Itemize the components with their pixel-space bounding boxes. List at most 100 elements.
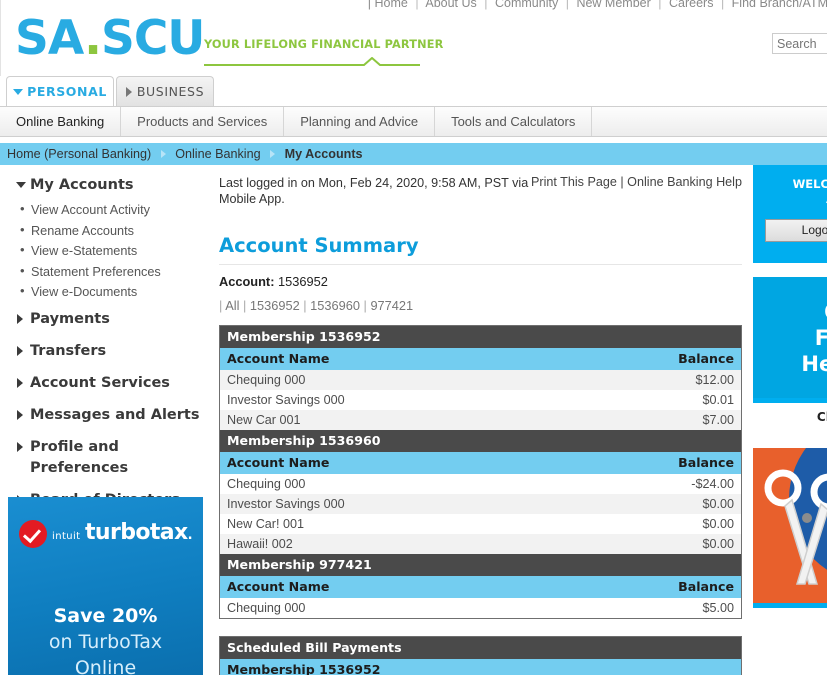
sidebar-item-rename-accounts[interactable]: Rename Accounts	[16, 220, 212, 242]
financial-health-caption: Click	[816, 410, 827, 424]
sidebar-item-transfers[interactable]: Transfers	[16, 341, 212, 362]
utility-link-about-us[interactable]: About Us	[425, 0, 476, 10]
nav-item-planning-and-advice[interactable]: Planning and Advice	[284, 107, 436, 136]
account-name: Chequing 000	[219, 598, 544, 619]
tab-personal-label: PERSONAL	[27, 84, 107, 99]
account-balance: $0.01	[543, 390, 742, 410]
utility-sep-3: |	[565, 0, 569, 10]
online-banking-help-link[interactable]: Online Banking Help	[627, 175, 742, 189]
utility-link-new-member[interactable]: New Member	[576, 0, 650, 10]
sidebar-item-statement-preferences[interactable]: Statement Preferences	[16, 261, 212, 283]
utility-link-home[interactable]: Home	[374, 0, 407, 10]
sidebar-group-messages-and-alerts: Messages and Alerts	[0, 405, 212, 426]
financial-health-ad[interactable]: O Fin Healt Click	[753, 277, 827, 424]
account-name: New Car! 001	[219, 514, 544, 534]
filter-sep-0: |	[219, 298, 223, 313]
triangle-right-icon	[17, 345, 23, 356]
print-this-page-link[interactable]: Print This Page	[531, 175, 617, 189]
coupon-ad[interactable]: L	[753, 448, 827, 629]
nav-item-tools-and-calculators[interactable]: Tools and Calculators	[435, 107, 593, 136]
account-filter-1536952[interactable]: 1536952	[250, 298, 300, 313]
brand-color-bar	[753, 603, 827, 608]
scissors-icon	[764, 469, 827, 585]
turbotax-logo: intuit turbotax.	[8, 520, 203, 548]
table-row[interactable]: Chequing 000 $12.00	[219, 370, 742, 390]
search-input[interactable]	[772, 33, 827, 54]
sidebar-label-profile-and-preferences: Profile and Preferences	[30, 438, 129, 476]
account-name: Chequing 000	[219, 370, 544, 390]
table-group-header: Membership 977421	[219, 554, 742, 576]
intuit-wordmark: intuit	[52, 530, 81, 542]
tagline-rule-graphic	[204, 57, 420, 67]
account-filter-all[interactable]: All	[225, 298, 239, 313]
sidebar-group-payments: Payments	[0, 309, 212, 330]
utility-sep-2: |	[484, 0, 488, 10]
table-column-header: Account Name Balance	[219, 452, 742, 474]
account-balance: $0.00	[543, 494, 742, 514]
utility-link-find-branch-atm[interactable]: Find Branch/ATM	[732, 0, 827, 10]
sidebar-item-view-account-activity[interactable]: View Account Activity	[16, 199, 212, 221]
membership-title-1: Membership 1536952	[219, 325, 742, 348]
sidebar-label-payments: Payments	[30, 310, 110, 327]
filter-sep-3: |	[363, 298, 367, 313]
account-balance: $0.00	[543, 534, 742, 554]
sascu-logo[interactable]: SA.SCU	[15, 15, 205, 62]
welcome-text: WELCOME M Ac	[753, 177, 827, 207]
welcome-panel: WELCOME M Ac Logout o	[753, 165, 827, 263]
nav-item-products-and-services[interactable]: Products and Services	[121, 107, 285, 136]
utility-link-careers[interactable]: Careers	[669, 0, 713, 10]
site-header: | Home | About Us | Community | New Memb…	[0, 0, 827, 76]
logout-button[interactable]: Logout o	[765, 219, 827, 242]
tagline-block: YOUR LIFELONG FINANCIAL PARTNER	[204, 38, 443, 67]
sidebar-item-messages-and-alerts[interactable]: Messages and Alerts	[16, 405, 212, 426]
triangle-down-icon	[16, 182, 26, 188]
financial-health-text: O Fin Healt	[753, 299, 827, 377]
tab-business[interactable]: BUSINESS	[116, 76, 214, 106]
sidebar-item-my-accounts[interactable]: My Accounts	[16, 175, 212, 196]
table-row[interactable]: Chequing 000 $5.00	[219, 598, 742, 619]
utility-link-community[interactable]: Community	[495, 0, 558, 10]
checkmark-icon	[19, 520, 48, 548]
table-group-header: Membership 1536952	[219, 325, 742, 348]
nav-item-online-banking[interactable]: Online Banking	[0, 107, 122, 136]
utility-sep-1: |	[415, 0, 419, 10]
breadcrumb-arrow-icon-2	[270, 150, 276, 158]
turbotax-wordmark-dot: .	[187, 527, 193, 543]
column-account-name-3: Account Name	[219, 576, 544, 598]
coupon-banner	[753, 448, 827, 608]
sidebar-group-account-services: Account Services	[0, 373, 212, 394]
account-filter-links: | All | 1536952 | 1536960 | 977421	[219, 298, 742, 313]
table-row[interactable]: Hawaii! 002 $0.00	[219, 534, 742, 554]
account-filter-977421[interactable]: 977421	[370, 298, 413, 313]
table-row[interactable]: Investor Savings 000 $0.01	[219, 390, 742, 410]
table-row[interactable]: Chequing 000 -$24.00	[219, 474, 742, 494]
breadcrumb-item-home[interactable]: Home (Personal Banking)	[7, 147, 151, 161]
breadcrumb-arrow-icon-1	[160, 150, 166, 158]
account-name: Hawaii! 002	[219, 534, 544, 554]
breadcrumb-item-online-banking[interactable]: Online Banking	[175, 147, 260, 161]
account-filter-1536960[interactable]: 1536960	[310, 298, 360, 313]
table-row[interactable]: New Car 001 $7.00	[219, 410, 742, 430]
triangle-right-icon	[17, 441, 23, 452]
turbotax-ad-line1: Save 20%	[53, 605, 158, 627]
sidebar-item-account-services[interactable]: Account Services	[16, 373, 212, 394]
financial-health-line2: Fin	[814, 326, 827, 350]
table-row[interactable]: Investor Savings 000 $0.00	[219, 494, 742, 514]
sidebar-item-view-e-statements[interactable]: View e-Statements	[16, 240, 212, 262]
bill-payments-header: Scheduled Bill Payments	[219, 636, 742, 659]
bill-payments-membership-row: Membership 1536952	[219, 659, 742, 675]
logo-dot: .	[84, 11, 102, 66]
sidebar-item-view-e-documents[interactable]: View e-Documents	[16, 281, 212, 303]
turbotax-ad-banner[interactable]: intuit turbotax. Save 20% on TurboTax On…	[8, 497, 203, 675]
bill-payments-membership: Membership 1536952	[219, 659, 742, 675]
page-root: | Home | About Us | Community | New Memb…	[0, 0, 827, 675]
account-name: Investor Savings 000	[219, 494, 544, 514]
sidebar-item-payments[interactable]: Payments	[16, 309, 212, 330]
tab-personal[interactable]: PERSONAL	[6, 76, 114, 106]
column-balance-2: Balance	[543, 452, 742, 474]
accounts-table: Membership 1536952 Account Name Balance …	[219, 325, 742, 619]
sidebar-item-profile-and-preferences[interactable]: Profile and Preferences	[16, 437, 212, 479]
membership-title-2: Membership 1536960	[219, 430, 742, 452]
page-utility-links: Print This Page | Online Banking Help	[531, 175, 742, 189]
table-row[interactable]: New Car! 001 $0.00	[219, 514, 742, 534]
